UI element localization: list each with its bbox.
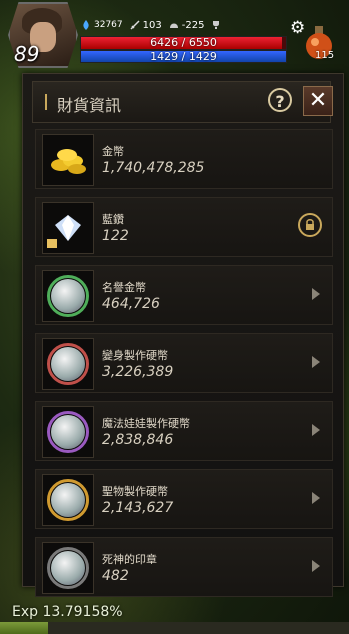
currency-name: 聖物製作硬幣	[102, 485, 168, 498]
panel-titlebar: 財貨資訊 ? ✕	[32, 81, 333, 123]
mp-bar: 1429 / 1429	[80, 50, 287, 63]
currency-item: 金幣 1,740,478,285	[35, 129, 333, 189]
panel-title: 財貨資訊	[57, 96, 122, 115]
sword-icon	[130, 20, 140, 30]
coin-face	[51, 483, 85, 517]
coin-face	[51, 415, 85, 449]
currency-amount: 482	[102, 568, 129, 584]
currency-item[interactable]: 魔法娃娃製作硬幣 2,838,846	[35, 401, 333, 461]
blue-flame-icon	[83, 20, 89, 30]
currency-amount: 2,838,846	[102, 432, 174, 448]
currency-amount: 3,226,389	[102, 364, 174, 380]
relic-coin-icon	[42, 474, 94, 526]
currency-name: 名譽金幣	[102, 281, 146, 294]
currency-name: 死神的印章	[102, 553, 157, 566]
currency-name: 變身製作硬幣	[102, 349, 168, 362]
stat-value-2: 103	[142, 19, 162, 31]
currency-amount: 122	[102, 228, 129, 244]
stat-trophy	[210, 19, 222, 31]
transform-coin-icon	[42, 338, 94, 390]
stat-defense: -225	[168, 19, 205, 31]
honor-coin-icon	[42, 270, 94, 322]
chevron-right-icon[interactable]	[312, 492, 320, 504]
hp-bar: 6426 / 6550	[80, 36, 287, 50]
close-button[interactable]: ✕	[303, 86, 333, 116]
currency-amount: 2,143,627	[102, 500, 174, 516]
hp-text: 6426 / 6550	[150, 36, 217, 49]
chevron-right-icon[interactable]	[312, 288, 320, 300]
coin-face	[51, 279, 85, 313]
reaper-seal-icon	[42, 542, 94, 594]
stat-attack: 103	[129, 19, 162, 31]
currency-name: 藍鑽	[102, 213, 124, 226]
currency-item[interactable]: 死神的印章 482	[35, 537, 333, 597]
coin-face	[51, 551, 85, 585]
currency-item[interactable]: 變身製作硬幣 3,226,389	[35, 333, 333, 393]
currency-amount: 464,726	[102, 296, 160, 312]
help-button[interactable]: ?	[268, 88, 292, 112]
helmet-icon	[169, 23, 178, 28]
stat-mana-stone: 32767	[80, 19, 123, 31]
currency-name: 金幣	[102, 145, 124, 158]
currency-amount: 1,740,478,285	[102, 160, 205, 176]
blue-diamond-icon	[42, 202, 94, 254]
title-accent	[45, 94, 47, 110]
stat-value-3: -225	[181, 19, 205, 31]
gold-coins-icon	[42, 134, 94, 186]
stats-row: 32767 103 -225	[80, 17, 222, 33]
mp-text: 1429 / 1429	[150, 50, 217, 63]
chevron-right-icon[interactable]	[312, 356, 320, 368]
exp-label: Exp 13.79158%	[12, 604, 123, 620]
currency-item[interactable]: 名譽金幣 464,726	[35, 265, 333, 325]
currency-item: 藍鑽 122	[35, 197, 333, 257]
trophy-icon	[213, 21, 220, 29]
exp-bar	[0, 622, 349, 634]
player-hud: 89 32767 103 -225 6426 / 6550 1429 / 142…	[0, 0, 349, 68]
chevron-right-icon[interactable]	[312, 560, 320, 572]
magic-doll-coin-icon	[42, 406, 94, 458]
currency-panel: 財貨資訊 ? ✕ 金幣 1,740,478,285 藍鑽 122 名譽金幣 464,726…	[22, 73, 344, 597]
currency-item[interactable]: 聖物製作硬幣 2,143,627	[35, 469, 333, 529]
exp-bar-fill	[0, 622, 49, 634]
stat-value-1: 32767	[94, 20, 123, 30]
lock-icon[interactable]	[298, 213, 322, 237]
player-level: 89	[14, 42, 40, 66]
currency-name: 魔法娃娃製作硬幣	[102, 417, 190, 430]
potion-count: 115	[315, 50, 335, 61]
chevron-right-icon[interactable]	[312, 424, 320, 436]
coin-face	[51, 347, 85, 381]
